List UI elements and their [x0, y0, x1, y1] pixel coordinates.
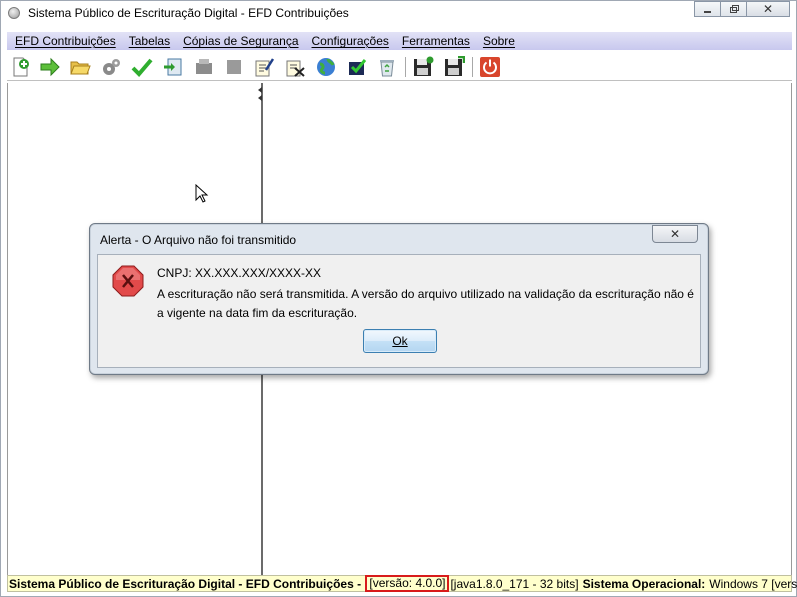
- restore-icon: [729, 4, 739, 13]
- app-icon: [8, 7, 20, 19]
- menu-bar: EFD Contribuições Tabelas Cópias de Segu…: [7, 32, 792, 50]
- restore-backup-icon: [445, 56, 465, 76]
- title-bar: Sistema Público de Escrituração Digital …: [1, 1, 796, 27]
- globe-icon: [317, 58, 335, 76]
- dialog-message-line-1: A escrituração não será transmitida. A v…: [157, 287, 694, 301]
- print-button[interactable]: [192, 55, 216, 79]
- sign-button[interactable]: [252, 55, 276, 79]
- status-os-value: Windows 7 [versão 6.1]: [709, 576, 797, 591]
- status-separator: -: [353, 576, 365, 591]
- checkmark-icon: [131, 58, 153, 77]
- recycle-bin-icon: [380, 60, 394, 77]
- menu-copias-seguranca[interactable]: Cópias de Segurança: [183, 34, 298, 48]
- transmit-icon: [349, 59, 367, 75]
- globe-button[interactable]: [314, 55, 338, 79]
- validate-button[interactable]: [130, 55, 154, 79]
- dialog-cnpj-text: CNPJ: XX.XXX.XXX/XXXX-XX: [157, 266, 322, 280]
- ok-button-label: Ok: [392, 334, 408, 348]
- stop-button[interactable]: [222, 55, 246, 79]
- toolbar-separator: [472, 57, 473, 77]
- recycle-button[interactable]: [375, 55, 399, 79]
- menu-sobre[interactable]: Sobre: [483, 34, 515, 48]
- power-off-icon: [480, 57, 500, 77]
- open-button[interactable]: [38, 55, 62, 79]
- status-bar: Sistema Público de Escrituração Digital …: [7, 575, 797, 592]
- app-window: Sistema Público de Escrituração Digital …: [0, 0, 797, 597]
- status-app-name: Sistema Público de Escrituração Digital …: [9, 576, 354, 591]
- alert-dialog: Alerta - O Arquivo não foi transmitido ✕…: [89, 223, 709, 375]
- open-folder-button[interactable]: [68, 55, 92, 79]
- new-document-button[interactable]: [9, 55, 33, 79]
- menu-configuracoes[interactable]: Configurações: [312, 34, 389, 48]
- maximize-button[interactable]: [720, 1, 747, 17]
- ok-button[interactable]: Ok: [363, 329, 437, 353]
- new-document-icon: [13, 57, 29, 77]
- dialog-title: Alerta - O Arquivo não foi transmitido: [100, 233, 297, 247]
- menu-efd-contribuicoes[interactable]: EFD Contribuições: [15, 34, 116, 48]
- toolbar: [7, 53, 792, 81]
- toolbar-separator: [405, 57, 406, 77]
- status-java-version: [java1.8.0_171 - 32 bits]: [450, 576, 579, 591]
- import-icon: [164, 58, 182, 76]
- status-version: [versão: 4.0.0]: [365, 575, 450, 592]
- mouse-cursor-icon: [195, 184, 209, 203]
- transmit-button[interactable]: [345, 55, 369, 79]
- error-x-icon: [112, 265, 144, 297]
- stop-disabled-icon: [227, 60, 241, 74]
- minimize-icon: [704, 10, 711, 13]
- gears-icon: [103, 59, 120, 75]
- sign-document-icon: [255, 58, 275, 77]
- remove-signature-icon: [286, 60, 305, 77]
- save-backup-icon: [414, 56, 434, 76]
- status-os-label: Sistema Operacional:: [582, 576, 706, 591]
- print-disabled-icon: [196, 59, 212, 74]
- save-backup-button[interactable]: [411, 55, 435, 79]
- dialog-message-line-2: a vigente na data fim da escrituração.: [157, 306, 358, 320]
- close-icon: ✕: [669, 227, 681, 241]
- close-button[interactable]: ✕: [746, 1, 790, 17]
- menu-tabelas[interactable]: Tabelas: [129, 34, 170, 48]
- minimize-button[interactable]: [694, 1, 721, 17]
- open-folder-icon: [70, 61, 91, 75]
- exit-button[interactable]: [478, 55, 502, 79]
- dialog-close-button[interactable]: ✕: [652, 225, 698, 243]
- restore-backup-button[interactable]: [442, 55, 466, 79]
- menu-ferramentas[interactable]: Ferramentas: [402, 34, 470, 48]
- remove-signature-button[interactable]: [283, 55, 307, 79]
- gears-button[interactable]: [99, 55, 123, 79]
- close-icon: ✕: [762, 2, 774, 16]
- window-controls: ✕: [694, 1, 790, 17]
- window-title: Sistema Público de Escrituração Digital …: [28, 6, 349, 20]
- arrow-right-icon: [40, 57, 60, 77]
- dialog-body: CNPJ: XX.XXX.XXX/XXXX-XX A escrituração …: [97, 254, 701, 368]
- import-button[interactable]: [161, 55, 185, 79]
